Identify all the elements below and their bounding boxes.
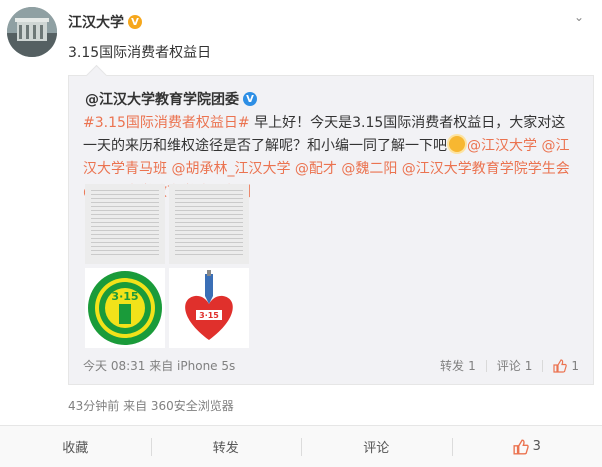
- repost-count: 1: [468, 358, 476, 373]
- comment-button[interactable]: 评论: [301, 437, 452, 456]
- image-thumbnail-4[interactable]: 3·15: [169, 268, 249, 348]
- repost-label: 转发: [212, 441, 239, 456]
- divider: [542, 359, 544, 372]
- post-actions-bar: 收藏 转发 评论 3: [0, 425, 602, 467]
- repost-button[interactable]: 转发: [150, 437, 302, 456]
- verified-badge-icon: V: [243, 92, 257, 106]
- consumer-day-logo-text: 3·15: [111, 290, 138, 303]
- retweet-actions: 转发 1 评论 1 1: [440, 357, 579, 374]
- image-thumbnail-3[interactable]: 3·15: [85, 268, 165, 348]
- image-thumbnail-1[interactable]: [85, 184, 165, 264]
- retweet-comment-button[interactable]: 评论 1: [497, 357, 533, 374]
- heart-logo-text: 3·15: [199, 311, 219, 320]
- retweet-repost-button[interactable]: 转发 1: [440, 357, 476, 374]
- chevron-down-icon[interactable]: ⌄: [574, 10, 584, 24]
- post-meta: 43分钟前 来自 360安全浏览器: [68, 399, 234, 413]
- sun-emoji-icon: [449, 136, 465, 152]
- retweet-meta: 今天 08:31 来自 iPhone 5s: [83, 357, 235, 374]
- post-text: 3.15国际消费者权益日: [68, 45, 212, 61]
- retweet-like-button[interactable]: 1: [553, 359, 579, 373]
- like-button[interactable]: 3: [451, 437, 602, 456]
- like-icon: [553, 358, 568, 373]
- repost-label: 转发: [440, 359, 465, 373]
- comment-label: 评论: [363, 441, 390, 456]
- divider: [485, 359, 487, 372]
- retweet-time[interactable]: 今天 08:31: [83, 359, 145, 373]
- post-author-name[interactable]: 江汉大学: [68, 12, 124, 32]
- collect-label: 收藏: [62, 441, 89, 456]
- hashtag-link[interactable]: #3.15国际消费者权益日#: [83, 115, 250, 131]
- author-row: 江汉大学 V: [68, 12, 142, 32]
- comment-count: 1: [524, 358, 533, 373]
- avatar[interactable]: [7, 7, 57, 57]
- retweet-author-name[interactable]: @江汉大学教育学院团委: [85, 89, 239, 109]
- retweet-card: @江汉大学教育学院团委 V #3.15国际消费者权益日# 早上好！今天是3.15…: [68, 75, 594, 385]
- collect-button[interactable]: 收藏: [0, 437, 151, 456]
- verified-badge-icon: V: [128, 15, 142, 29]
- retweet-source: 来自 iPhone 5s: [149, 359, 236, 373]
- retweet-author-row: @江汉大学教育学院团委 V: [85, 89, 257, 109]
- like-count: 1: [571, 358, 579, 373]
- image-thumbnail-2[interactable]: [169, 184, 249, 264]
- like-icon: [513, 438, 529, 455]
- like-count: 3: [532, 439, 541, 454]
- comment-label: 评论: [496, 359, 521, 373]
